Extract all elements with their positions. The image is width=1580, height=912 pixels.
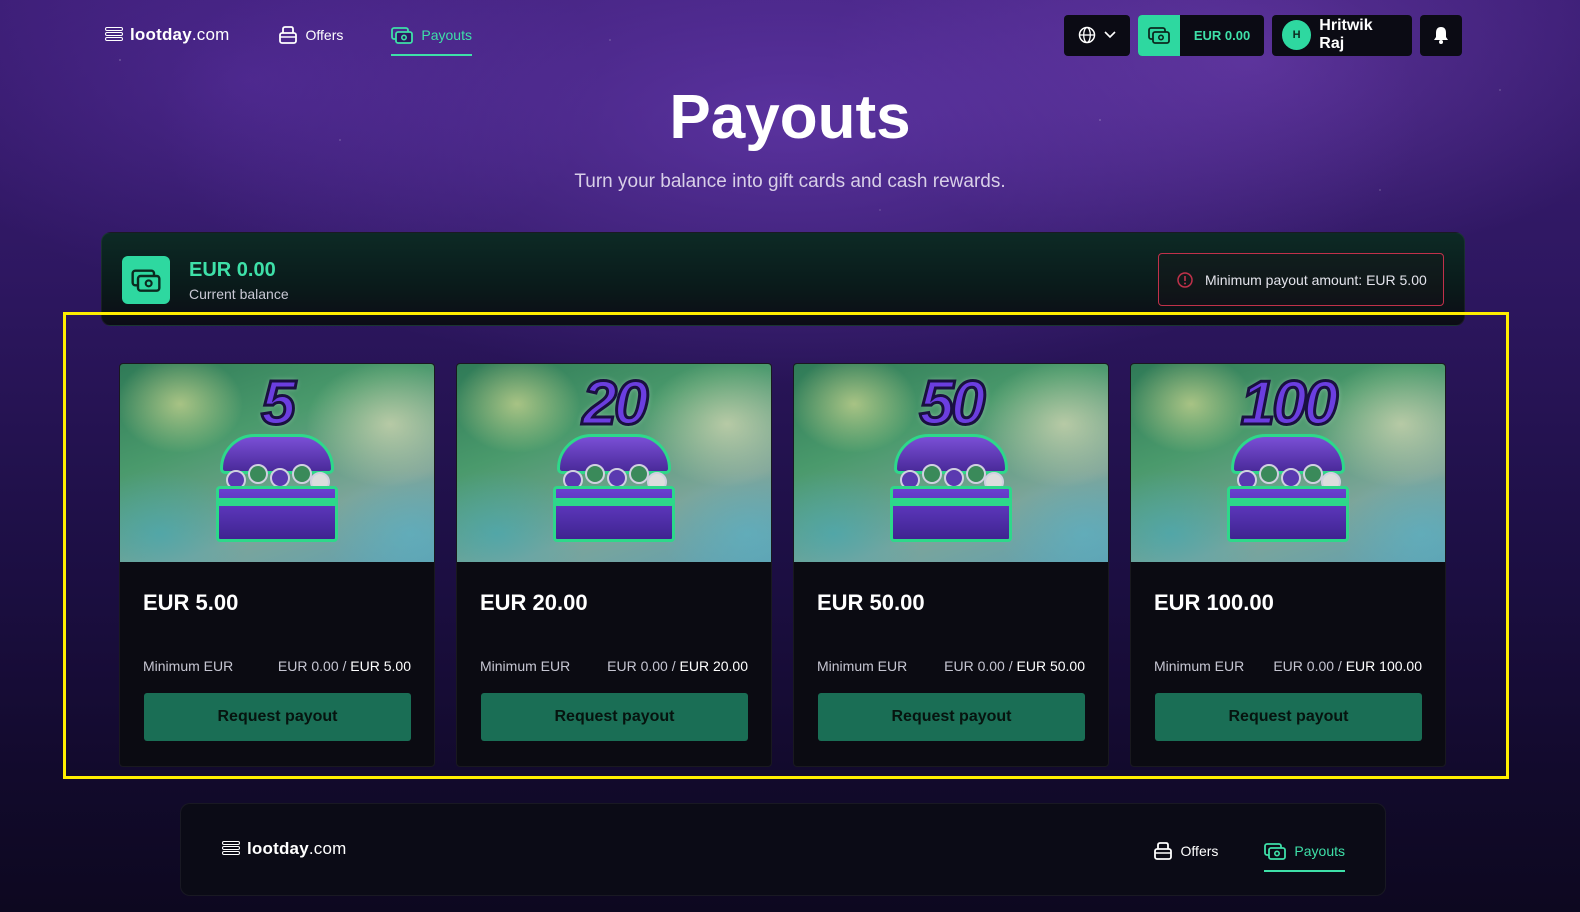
nav-offers-label: Offers [305,27,344,43]
footer-nav-payouts-label: Payouts [1294,843,1345,859]
bag-icon [1153,842,1172,860]
balance-panel: EUR 0.00 Current balance Minimum payout … [101,232,1465,326]
card-minimum-row: Minimum EUR EUR 0.00 / EUR 20.00 [480,658,748,674]
card-numeral: 100 [1239,368,1339,440]
card-numeral: 5 [260,368,298,440]
header-balance-amount: EUR 0.00 [1193,27,1251,43]
page-title: Payouts [669,83,911,152]
treasure-chest-image: 50 [794,364,1108,562]
bell-icon [1434,27,1448,44]
treasure-chest-icon [886,428,1016,546]
nav-payouts[interactable]: Payouts [391,14,472,56]
payout-card: 5 EUR 5.00 Minimum EUR EUR 0.00 / EUR 5.… [119,363,435,767]
notifications-button[interactable] [1420,14,1462,56]
bag-icon [278,26,297,44]
current-balance-amount: EUR 0.00 [189,259,276,281]
coin-stack-icon [104,27,124,43]
nav-offers[interactable]: Offers [278,14,344,56]
card-current-balance: EUR 0.00 [944,658,1005,674]
card-title: EUR 50.00 [817,590,925,615]
nav-payouts-label: Payouts [421,27,472,43]
brand-name: lootday [130,25,192,44]
language-selector[interactable] [1064,14,1130,56]
header-controls: EUR 0.00 H Hritwik Raj [1064,14,1462,56]
card-required-amount: EUR 50.00 [1016,658,1085,674]
user-menu[interactable]: H Hritwik Raj [1272,14,1412,56]
card-minimum-label: Minimum EUR [1154,658,1245,674]
treasure-chest-image: 5 [120,364,434,562]
avatar: H [1282,20,1312,50]
treasure-chest-icon [549,428,679,546]
card-minimum-label: Minimum EUR [143,658,234,674]
card-title: EUR 5.00 [143,590,239,615]
brand-logo[interactable]: lootday.com [104,25,230,45]
card-current-balance: EUR 0.00 [277,658,339,674]
card-required-amount: EUR 5.00 [350,658,411,674]
card-separator: / [1004,658,1017,674]
card-minimum-label: Minimum EUR [480,658,571,674]
info-icon [1177,271,1193,288]
card-minimum-row: Minimum EUR EUR 0.00 / EUR 100.00 [1154,658,1422,674]
wallet-cash-icon [1138,14,1180,56]
request-payout-button[interactable]: Request payout [481,693,748,741]
globe-icon [1078,26,1096,44]
card-title: EUR 20.00 [480,590,588,615]
card-numeral: 20 [581,368,650,440]
cash-icon [1264,843,1287,860]
footer-nav-offers[interactable]: Offers [1153,830,1219,872]
footer-nav: Offers Payouts [1153,830,1345,872]
card-current-balance: EUR 0.00 [1273,658,1335,674]
header-balance[interactable]: EUR 0.00 [1138,14,1264,56]
user-name: Hritwik Raj [1319,17,1373,52]
chevron-down-icon [1104,31,1116,39]
card-required-amount: EUR 20.00 [679,658,748,674]
brand-tld: .com [191,25,230,44]
card-separator: / [667,658,680,674]
card-title: EUR 100.00 [1154,590,1274,615]
page-subtitle: Turn your balance into gift cards and ca… [574,171,1006,192]
footer: lootday.com Offers Payouts [180,803,1386,896]
wallet-cash-icon [122,256,170,304]
treasure-chest-icon [1223,428,1353,546]
footer-nav-payouts[interactable]: Payouts [1264,830,1345,872]
card-minimum-row: Minimum EUR EUR 0.00 / EUR 50.00 [817,658,1085,674]
coin-stack-icon [221,841,241,857]
treasure-chest-icon [212,428,342,546]
footer-nav-offers-label: Offers [1180,843,1219,859]
treasure-chest-image: 20 [457,364,771,562]
top-navbar: lootday.com Offers Payouts EUR 0.00 H Hr… [104,14,1462,56]
card-separator: / [1334,658,1346,674]
footer-brand-logo[interactable]: lootday.com [221,839,347,859]
treasure-chest-image: 100 [1131,364,1445,562]
card-minimum-row: Minimum EUR EUR 0.00 / EUR 5.00 [143,658,411,674]
payout-card: 20 EUR 20.00 Minimum EUR EUR 0.00 / EUR … [456,363,772,767]
card-minimum-label: Minimum EUR [817,658,908,674]
request-payout-button[interactable]: Request payout [1155,693,1422,741]
brand-tld: .com [308,839,347,858]
brand-name: lootday [247,839,309,858]
card-numeral: 50 [918,368,987,440]
minimum-payout-text: Minimum payout amount: EUR 5.00 [1205,271,1427,288]
request-payout-button[interactable]: Request payout [818,693,1085,741]
card-separator: / [338,658,351,674]
card-required-amount: EUR 100.00 [1345,658,1422,674]
payout-cards: 5 EUR 5.00 Minimum EUR EUR 0.00 / EUR 5.… [119,363,1449,767]
minimum-payout-notice: Minimum payout amount: EUR 5.00 [1158,253,1444,306]
payout-card: 50 EUR 50.00 Minimum EUR EUR 0.00 / EUR … [793,363,1109,767]
payout-card: 100 EUR 100.00 Minimum EUR EUR 0.00 / EU… [1130,363,1446,767]
card-current-balance: EUR 0.00 [607,658,668,674]
cash-icon [391,27,414,44]
request-payout-button[interactable]: Request payout [144,693,411,741]
current-balance-label: Current balance [189,286,289,302]
